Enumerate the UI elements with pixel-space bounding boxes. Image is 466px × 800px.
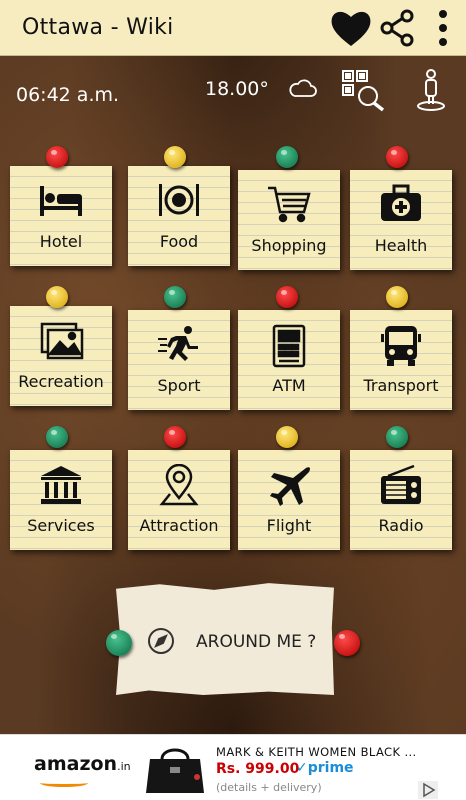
category-label: Attraction: [139, 516, 219, 535]
around-me-label[interactable]: AROUND ME ?: [196, 632, 316, 652]
handbag-image[interactable]: [142, 741, 208, 800]
category-sport[interactable]: Sport: [128, 310, 230, 410]
pushpin: [276, 426, 298, 448]
category-atm[interactable]: ATM: [238, 310, 340, 410]
app-bar: Ottawa - Wiki: [0, 0, 466, 56]
category-label: Food: [159, 232, 199, 251]
heart-icon[interactable]: [328, 5, 374, 51]
ad-brand-suffix: .in: [117, 760, 131, 773]
cart-icon: [238, 184, 340, 224]
airplane-icon: [238, 464, 340, 506]
adchoices-icon[interactable]: [418, 781, 438, 799]
ad-product-title[interactable]: MARK & KEITH WOMEN BLACK ...: [216, 745, 417, 759]
atm-icon: [238, 324, 340, 368]
category-label: Sport: [157, 376, 201, 395]
ad-brand: amazon: [34, 753, 118, 775]
category-transport[interactable]: Transport: [350, 310, 452, 410]
category-label: Shopping: [251, 236, 327, 255]
bus-icon: [350, 324, 452, 366]
status-row: 06:42 a.m. 18.00°: [0, 56, 466, 126]
pushpin: [46, 146, 68, 168]
category-label: Services: [27, 516, 95, 535]
category-label: ATM: [272, 376, 306, 395]
ad-banner[interactable]: amazon.in MARK & KEITH WOMEN BLACK ... R…: [0, 734, 466, 800]
pushpin: [386, 426, 408, 448]
pushpin: [334, 630, 360, 656]
share-icon[interactable]: [374, 5, 420, 51]
bed-icon: [10, 180, 112, 220]
prime-label: prime: [307, 760, 354, 776]
category-attraction[interactable]: Attraction: [128, 450, 230, 550]
category-recreation[interactable]: Recreation: [10, 306, 112, 406]
category-label: Hotel: [39, 232, 83, 251]
ad-details[interactable]: (details + delivery): [216, 781, 322, 794]
category-label: Transport: [363, 376, 439, 395]
picture-icon: [10, 320, 112, 360]
category-hotel[interactable]: Hotel: [10, 166, 112, 266]
pushpin: [106, 630, 132, 656]
pushpin: [164, 146, 186, 168]
category-label: Radio: [378, 516, 424, 535]
category-flight[interactable]: Flight: [238, 450, 340, 550]
category-label: Health: [374, 236, 428, 255]
pushpin: [276, 286, 298, 308]
category-shopping[interactable]: Shopping: [238, 170, 340, 270]
prime-badge: ✓prime: [296, 760, 354, 776]
radio-icon: [350, 464, 452, 504]
more-vert-icon[interactable]: [420, 5, 466, 51]
amazon-smile-icon: [40, 779, 88, 787]
runner-icon: [128, 324, 230, 364]
category-health[interactable]: Health: [350, 170, 452, 270]
category-food[interactable]: Food: [128, 166, 230, 266]
plate-cutlery-icon: [128, 180, 230, 220]
pushpin: [46, 426, 68, 448]
ad-price: Rs. 999.00: [216, 761, 300, 777]
qr-search-icon[interactable]: [340, 68, 386, 116]
pushpin: [276, 146, 298, 168]
pushpin: [46, 286, 68, 308]
pushpin: [164, 426, 186, 448]
app-title: Ottawa - Wiki: [22, 15, 174, 40]
compass-icon: [146, 626, 176, 660]
pushpin: [386, 146, 408, 168]
location-person-icon[interactable]: [416, 68, 446, 116]
pushpin: [164, 286, 186, 308]
bank-icon: [10, 464, 112, 504]
category-label: Flight: [266, 516, 312, 535]
temperature: 18.00°: [205, 78, 269, 100]
category-label: Recreation: [18, 372, 104, 391]
current-time: 06:42 a.m.: [16, 84, 120, 106]
category-services[interactable]: Services: [10, 450, 112, 550]
app-bar-actions: [328, 0, 466, 56]
pushpin: [386, 286, 408, 308]
cloud-icon[interactable]: [288, 76, 318, 104]
map-pin-icon: [128, 464, 230, 506]
amazon-logo[interactable]: amazon.in: [34, 753, 131, 775]
medical-kit-icon: [350, 184, 452, 224]
category-radio[interactable]: Radio: [350, 450, 452, 550]
